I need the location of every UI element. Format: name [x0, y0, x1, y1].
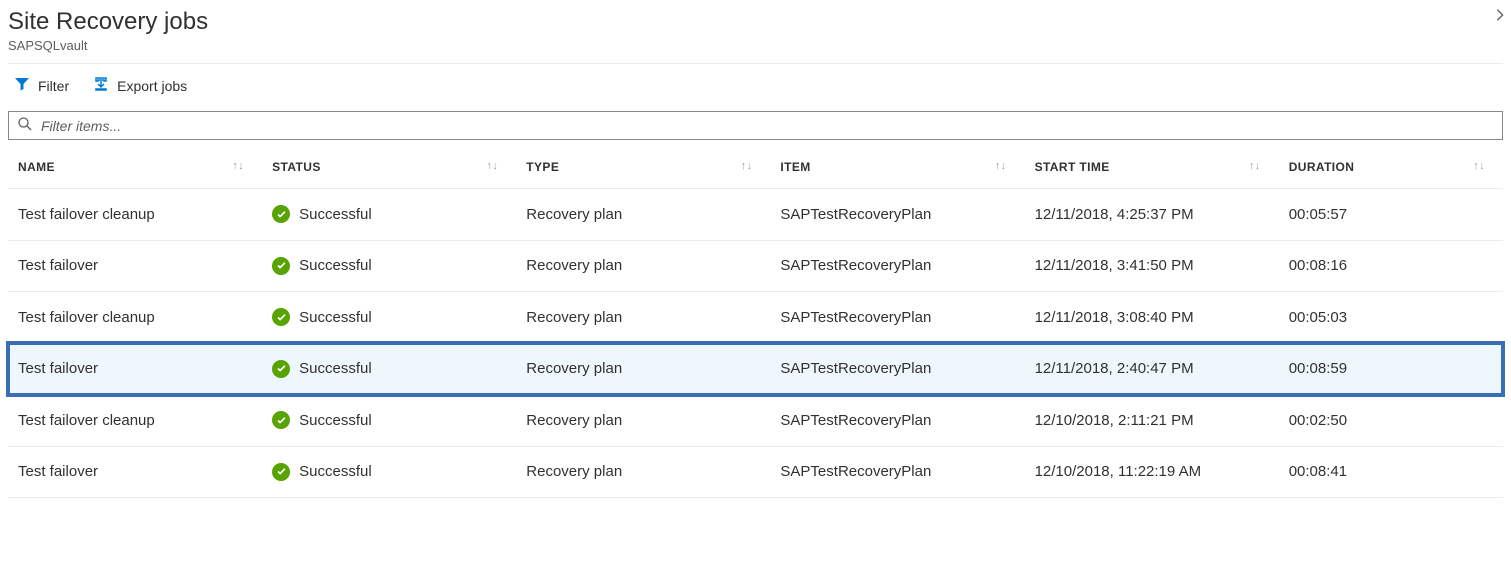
col-header-status-label: STATUS — [272, 160, 321, 174]
cell-name: Test failover cleanup — [8, 292, 262, 344]
page-subtitle: SAPSQLvault — [8, 38, 1503, 53]
cell-name: Test failover — [8, 240, 262, 292]
table-row[interactable]: Test failover cleanup Successful Recovery … — [8, 189, 1503, 241]
success-check-icon — [272, 205, 290, 223]
page-header: Site Recovery jobs SAPSQLvault — [8, 2, 1503, 64]
table-row[interactable]: Test failover Successful Recovery planSAPT… — [8, 343, 1503, 395]
filter-input-wrapper[interactable] — [8, 111, 1503, 140]
cell-item: SAPTestRecoveryPlan — [770, 189, 1024, 241]
cell-type: Recovery plan — [516, 189, 770, 241]
sort-icon: ↑↓ — [1249, 160, 1261, 172]
cell-duration: 00:05:03 — [1279, 292, 1503, 344]
cell-start-time: 12/10/2018, 11:22:19 AM — [1025, 446, 1279, 498]
sort-icon: ↑↓ — [1473, 160, 1485, 172]
funnel-icon — [14, 76, 30, 95]
table-row[interactable]: Test failover cleanup Successful Recovery … — [8, 292, 1503, 344]
filter-button-label: Filter — [38, 78, 69, 94]
cell-type: Recovery plan — [516, 240, 770, 292]
jobs-table: NAME ↑↓ STATUS ↑↓ TYPE ↑↓ ITEM ↑↓ START … — [8, 146, 1503, 498]
cell-start-time: 12/11/2018, 4:25:37 PM — [1025, 189, 1279, 241]
col-header-name-label: NAME — [18, 160, 55, 174]
table-row[interactable]: Test failover Successful Recovery planSAPT… — [8, 240, 1503, 292]
table-header-row: NAME ↑↓ STATUS ↑↓ TYPE ↑↓ ITEM ↑↓ START … — [8, 146, 1503, 189]
page-title: Site Recovery jobs — [8, 8, 1503, 36]
success-check-icon — [272, 463, 290, 481]
cell-name: Test failover cleanup — [8, 189, 262, 241]
cell-name: Test failover cleanup — [8, 395, 262, 447]
col-header-duration-label: DURATION — [1289, 160, 1355, 174]
cell-status: Successful — [262, 395, 516, 447]
cell-name: Test failover — [8, 343, 262, 395]
filter-input[interactable] — [41, 118, 1494, 134]
cell-duration: 00:08:41 — [1279, 446, 1503, 498]
col-header-type[interactable]: TYPE ↑↓ — [516, 146, 770, 189]
success-check-icon — [272, 411, 290, 429]
col-header-status[interactable]: STATUS ↑↓ — [262, 146, 516, 189]
success-check-icon — [272, 360, 290, 378]
cell-duration: 00:08:59 — [1279, 343, 1503, 395]
sort-icon: ↑↓ — [741, 160, 753, 172]
success-check-icon — [272, 308, 290, 326]
cell-start-time: 12/11/2018, 3:41:50 PM — [1025, 240, 1279, 292]
command-bar: Filter Export jobs — [8, 64, 1503, 111]
status-label: Successful — [299, 463, 372, 480]
sort-icon: ↑↓ — [232, 160, 244, 172]
cell-type: Recovery plan — [516, 292, 770, 344]
status-label: Successful — [299, 309, 372, 326]
export-icon — [93, 76, 109, 95]
table-row[interactable]: Test failover Successful Recovery planSAPT… — [8, 446, 1503, 498]
cell-status: Successful — [262, 292, 516, 344]
cell-item: SAPTestRecoveryPlan — [770, 292, 1024, 344]
cell-item: SAPTestRecoveryPlan — [770, 240, 1024, 292]
col-header-start-time[interactable]: START TIME ↑↓ — [1025, 146, 1279, 189]
cell-name: Test failover — [8, 446, 262, 498]
cell-item: SAPTestRecoveryPlan — [770, 395, 1024, 447]
cell-item: SAPTestRecoveryPlan — [770, 343, 1024, 395]
cell-duration: 00:02:50 — [1279, 395, 1503, 447]
cell-item: SAPTestRecoveryPlan — [770, 446, 1024, 498]
search-icon — [17, 116, 33, 135]
col-header-item[interactable]: ITEM ↑↓ — [770, 146, 1024, 189]
export-button-label: Export jobs — [117, 78, 187, 94]
col-header-type-label: TYPE — [526, 160, 559, 174]
col-header-name[interactable]: NAME ↑↓ — [8, 146, 262, 189]
sort-icon: ↑↓ — [995, 160, 1007, 172]
sort-icon: ↑↓ — [486, 160, 498, 172]
col-header-duration[interactable]: DURATION ↑↓ — [1279, 146, 1503, 189]
col-header-item-label: ITEM — [780, 160, 810, 174]
status-label: Successful — [299, 206, 372, 223]
cell-duration: 00:05:57 — [1279, 189, 1503, 241]
status-label: Successful — [299, 412, 372, 429]
col-header-start-time-label: START TIME — [1035, 160, 1110, 174]
cell-type: Recovery plan — [516, 343, 770, 395]
cell-start-time: 12/11/2018, 2:40:47 PM — [1025, 343, 1279, 395]
cell-start-time: 12/11/2018, 3:08:40 PM — [1025, 292, 1279, 344]
cell-status: Successful — [262, 446, 516, 498]
status-label: Successful — [299, 360, 372, 377]
close-chevron-icon[interactable] — [1493, 6, 1507, 27]
cell-duration: 00:08:16 — [1279, 240, 1503, 292]
status-label: Successful — [299, 257, 372, 274]
cell-type: Recovery plan — [516, 446, 770, 498]
cell-status: Successful — [262, 189, 516, 241]
table-row[interactable]: Test failover cleanup Successful Recovery … — [8, 395, 1503, 447]
filter-button[interactable]: Filter — [14, 76, 69, 95]
export-button[interactable]: Export jobs — [93, 76, 187, 95]
cell-type: Recovery plan — [516, 395, 770, 447]
cell-status: Successful — [262, 343, 516, 395]
cell-status: Successful — [262, 240, 516, 292]
success-check-icon — [272, 257, 290, 275]
cell-start-time: 12/10/2018, 2:11:21 PM — [1025, 395, 1279, 447]
